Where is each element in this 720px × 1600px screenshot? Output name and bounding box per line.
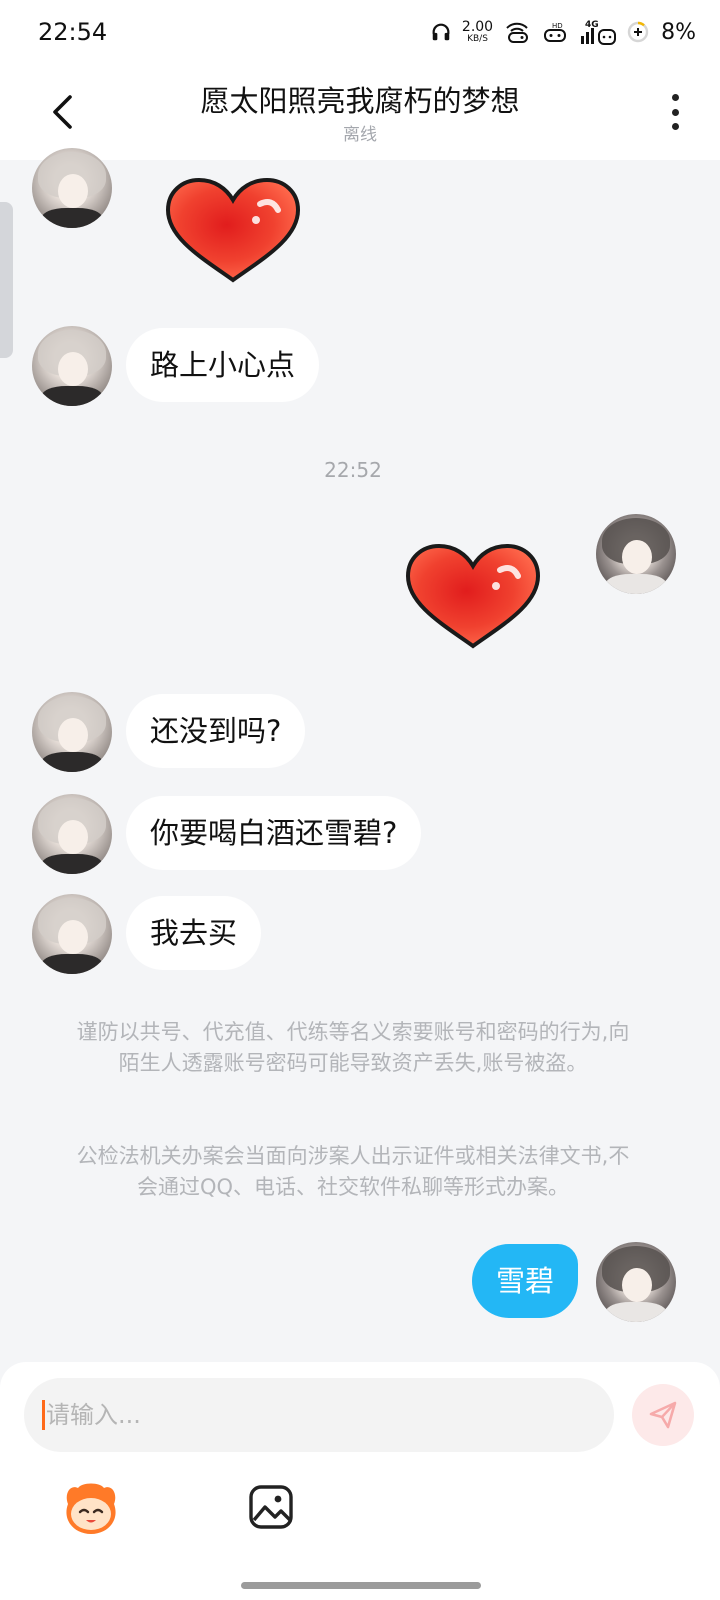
hd-gamepad-icon: HD [543,20,569,44]
message-input[interactable]: 请输入... [24,1378,614,1452]
text-caret [42,1400,45,1430]
send-icon [649,1401,677,1429]
heart-sticker[interactable] [162,176,304,288]
chat-title: 愿太阳照亮我腐朽的梦想 [200,84,520,118]
contact-avatar[interactable] [32,894,112,974]
message-bubble[interactable]: 路上小心点 [126,328,320,402]
network-speed: 2.00 KB/S [462,20,493,44]
battery-icon [627,21,649,43]
network-speed-unit: KB/S [467,34,488,44]
security-notice: 公检法机关办案会当面向涉案人出示证件或相关法律文书,不会通过QQ、电话、社交软件… [76,1144,630,1199]
message-bubble[interactable]: 我去买 [126,896,262,970]
contact-avatar[interactable] [32,326,112,406]
my-avatar[interactable] [596,514,676,594]
wifi-gamepad-icon [503,20,533,44]
heart-sticker[interactable] [402,542,544,654]
emoji-button[interactable] [60,1480,122,1536]
contact-avatar[interactable] [32,148,112,228]
status-bar: 22:54 2.00 KB/S HD 4G 8% [0,0,720,64]
dot-icon [671,94,679,101]
input-placeholder: 请输入... [46,1401,141,1429]
status-icons: 2.00 KB/S HD 4G 8% [430,14,696,50]
home-indicator[interactable] [241,1582,481,1589]
input-panel: 请输入... [0,1362,720,1600]
message-bubble[interactable]: 你要喝白酒还雪碧? [126,796,422,870]
headphones-icon [430,21,452,43]
online-status: 离线 [343,125,377,145]
my-avatar[interactable] [596,1242,676,1322]
message-bubble[interactable]: 还没到吗? [126,694,306,768]
side-drawer-handle[interactable] [0,202,13,358]
more-options-button[interactable] [660,92,690,132]
contact-avatar[interactable] [32,692,112,772]
dot-icon [671,123,679,130]
image-button[interactable] [248,1484,294,1530]
signal-4g-icon: 4G [579,18,617,46]
my-message-bubble[interactable]: 雪碧 [472,1244,579,1318]
emoji-mascot-icon [66,1483,116,1534]
contact-avatar[interactable] [32,794,112,874]
dot-icon [671,108,679,116]
battery-percent: 8% [661,19,696,45]
security-notice: 谨防以共号、代充值、代练等名义索要账号和密码的行为,向陌生人透露账号密码可能导致… [76,1020,630,1075]
status-time: 22:54 [38,18,108,46]
image-icon [249,1485,293,1529]
send-button[interactable] [632,1384,694,1446]
chat-header: 愿太阳照亮我腐朽的梦想 离线 [0,64,720,160]
network-speed-value: 2.00 [461,19,494,35]
message-timestamp: 22:52 [324,458,382,482]
svg-text:HD: HD [552,22,563,30]
